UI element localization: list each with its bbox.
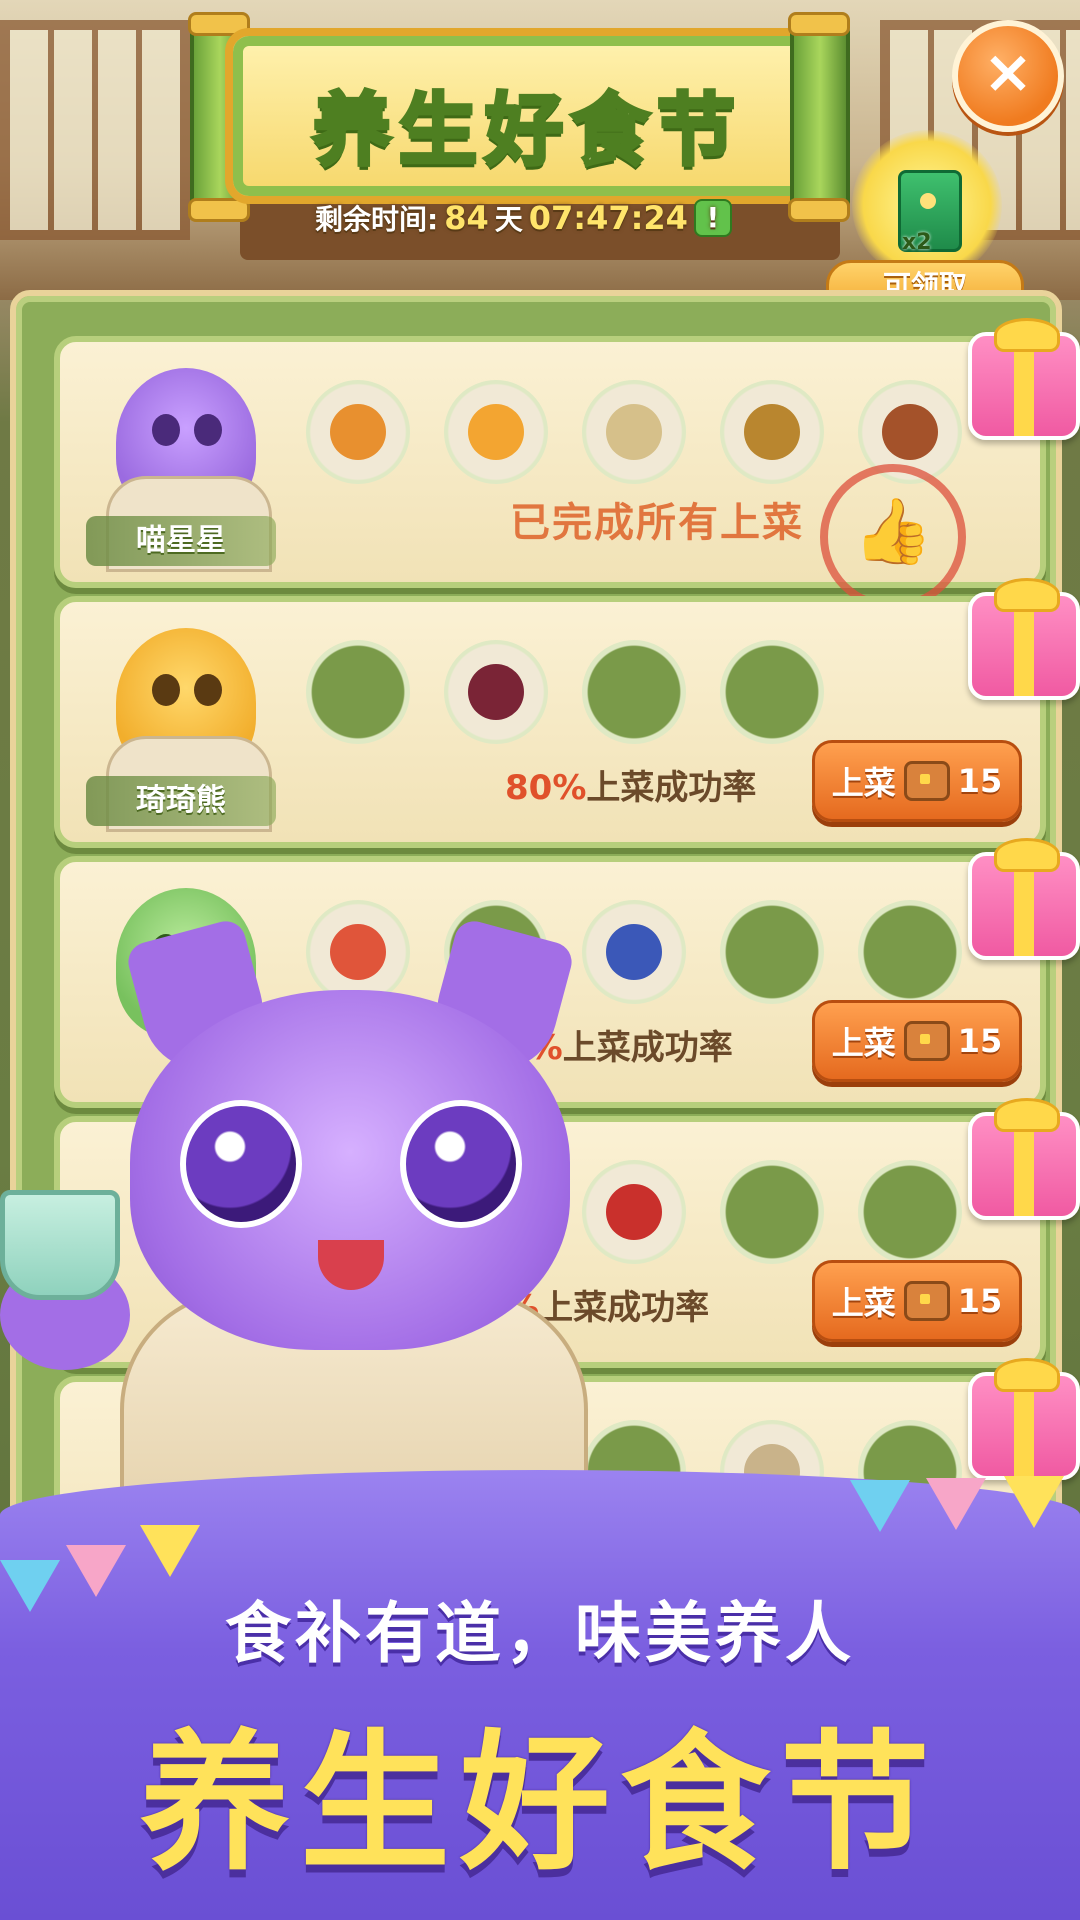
chest-icon	[903, 1281, 950, 1321]
customer-name: 喵星星	[86, 516, 276, 566]
dish-slot-filled	[582, 900, 686, 1004]
dish-slot-empty	[858, 900, 962, 1004]
bunting-flag	[850, 1480, 910, 1532]
bunting-flag	[926, 1478, 986, 1530]
dish-slot-empty	[306, 640, 410, 744]
serve-button[interactable]: 上菜 15	[812, 740, 1022, 822]
dish-slot-empty	[858, 1160, 962, 1264]
tea-cup-icon	[0, 1190, 120, 1300]
dish-slot-empty	[720, 640, 824, 744]
bunting-flag	[1004, 1476, 1064, 1528]
chest-icon	[903, 1021, 950, 1061]
completed-status: 已完成所有上菜	[510, 500, 804, 546]
footer-slogan: 食补有道，味美养人	[225, 1595, 855, 1672]
dish-slot-empty	[720, 900, 824, 1004]
gift-box-icon[interactable]	[968, 1098, 1080, 1220]
dish-slot-empty	[582, 640, 686, 744]
scroll-rod-right	[788, 12, 850, 222]
gift-box-icon[interactable]	[968, 1358, 1080, 1480]
timer-days: 84	[444, 199, 489, 237]
order-row: 琦琦熊 80%上菜成功率 上菜 15	[54, 578, 1080, 848]
purple-cat-icon	[106, 368, 272, 572]
mascot-cat	[120, 916, 588, 1558]
success-rate: 80%上菜成功率	[505, 768, 757, 808]
dish-slot-filled	[306, 900, 410, 1004]
serve-button[interactable]: 上菜 15	[812, 1260, 1022, 1342]
dish-slot-filled	[582, 1160, 686, 1264]
timer-label: 剩余时间:	[315, 203, 439, 236]
timer-clock: 07:47:24	[528, 199, 688, 237]
serve-button[interactable]: 上菜 15	[812, 1000, 1022, 1082]
thumbs-up-icon: 👍	[820, 464, 966, 610]
order-row: 喵星星 已完成所有上菜 👍	[54, 318, 1080, 610]
footer-title: 养生好食节	[139, 1717, 940, 1891]
dish-slot-filled	[444, 380, 548, 484]
chest-icon	[903, 761, 950, 801]
banner-title: 养生好食节	[311, 84, 743, 178]
info-alert-icon[interactable]: !	[693, 199, 732, 237]
dish-slot-filled	[720, 380, 824, 484]
gift-box-icon[interactable]	[968, 578, 1080, 700]
dish-slot-filled	[306, 380, 410, 484]
timer-days-unit: 天	[494, 203, 523, 236]
bunting-flag	[140, 1525, 200, 1577]
dish-slot-empty	[720, 1160, 824, 1264]
yellow-bear-icon	[106, 628, 272, 832]
close-button[interactable]: ×	[952, 20, 1064, 132]
gift-box-icon[interactable]	[968, 838, 1080, 960]
dish-slot-filled	[582, 380, 686, 484]
countdown-timer: 剩余时间: 84 天 07:47:24 !	[315, 198, 732, 238]
window-left	[0, 20, 190, 240]
event-banner: 养生好食节	[225, 28, 831, 204]
gift-box-icon[interactable]	[968, 318, 1080, 440]
dish-slot-filled	[444, 640, 548, 744]
reward-count: x2	[902, 230, 932, 255]
customer-name: 琦琦熊	[86, 776, 276, 826]
